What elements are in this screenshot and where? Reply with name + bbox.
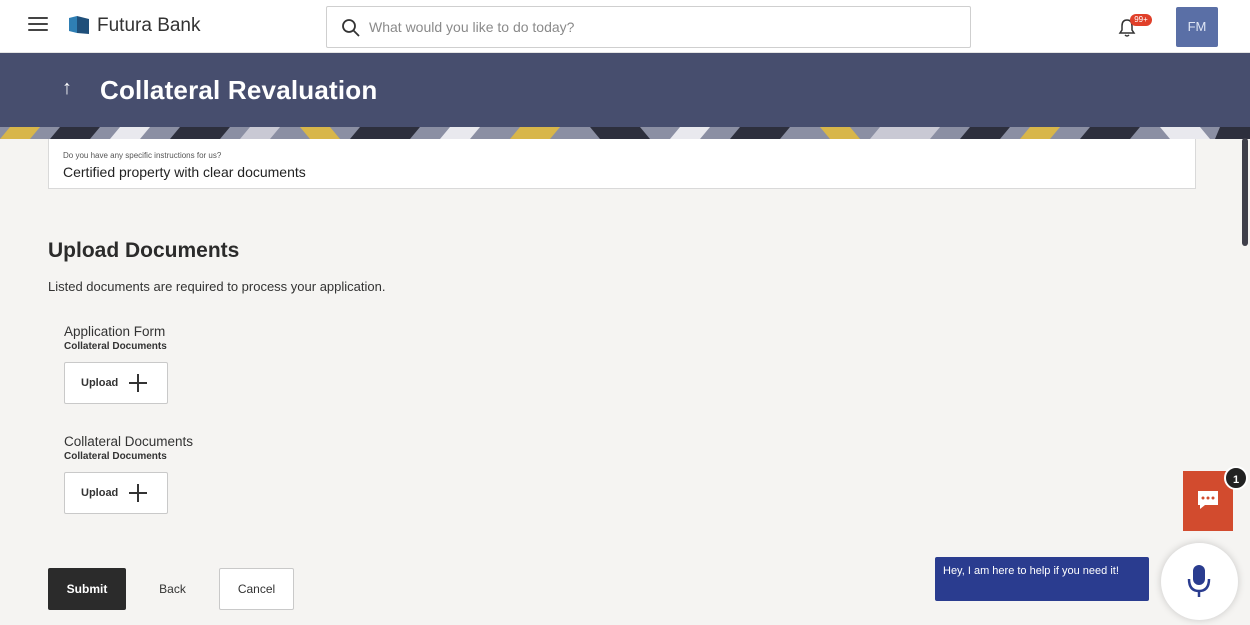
plus-icon [128, 373, 148, 393]
instructions-label: Do you have any specific instructions fo… [63, 151, 222, 160]
notification-badge: 99+ [1130, 14, 1152, 26]
upload-label: Upload [81, 487, 119, 499]
back-arrow-icon[interactable]: ↑ [62, 77, 72, 100]
document-name: Collateral Documents [64, 434, 194, 449]
instructions-value[interactable]: Certified property with clear documents [63, 164, 306, 180]
document-name: Application Form [64, 324, 166, 339]
upload-button[interactable]: Upload [64, 362, 168, 404]
submit-button[interactable]: Submit [48, 568, 126, 610]
section-title: Upload Documents [48, 239, 240, 262]
main-content: Do you have any specific instructions fo… [0, 139, 1240, 625]
brand-name: Futura Bank [97, 15, 201, 36]
document-item: Application Form Collateral Documents Up… [64, 324, 168, 404]
section-description: Listed documents are required to process… [48, 279, 386, 294]
search-bar[interactable] [326, 6, 971, 48]
mic-icon [1187, 565, 1211, 597]
cancel-button[interactable]: Cancel [219, 568, 294, 610]
action-buttons: Submit Back Cancel [48, 568, 294, 610]
voice-assistant-button[interactable] [1161, 543, 1238, 620]
assistant-message: Hey, I am here to help if you need it! [935, 557, 1149, 601]
search-input[interactable] [369, 15, 959, 39]
plus-icon [128, 483, 148, 503]
upload-button[interactable]: Upload [64, 472, 168, 514]
top-bar: Futura Bank 99+ FM [0, 0, 1250, 53]
chat-icon [1198, 491, 1218, 509]
document-category: Collateral Documents [64, 341, 167, 352]
decorative-stripe [0, 127, 1250, 139]
avatar[interactable]: FM [1176, 7, 1218, 47]
bank-logo-icon [69, 16, 89, 34]
document-item: Collateral Documents Collateral Document… [64, 434, 193, 514]
scrollbar[interactable] [1242, 138, 1248, 246]
upload-label: Upload [81, 377, 119, 389]
chat-unread-badge: 1 [1224, 466, 1248, 490]
instructions-field[interactable]: Do you have any specific instructions fo… [48, 139, 1196, 189]
page-title: Collateral Revaluation [100, 75, 378, 105]
menu-icon[interactable] [28, 17, 48, 33]
back-button[interactable]: Back [126, 568, 219, 610]
document-category: Collateral Documents [64, 451, 167, 462]
page-header: ↑ Collateral Revaluation [0, 53, 1250, 139]
search-icon [342, 19, 360, 37]
